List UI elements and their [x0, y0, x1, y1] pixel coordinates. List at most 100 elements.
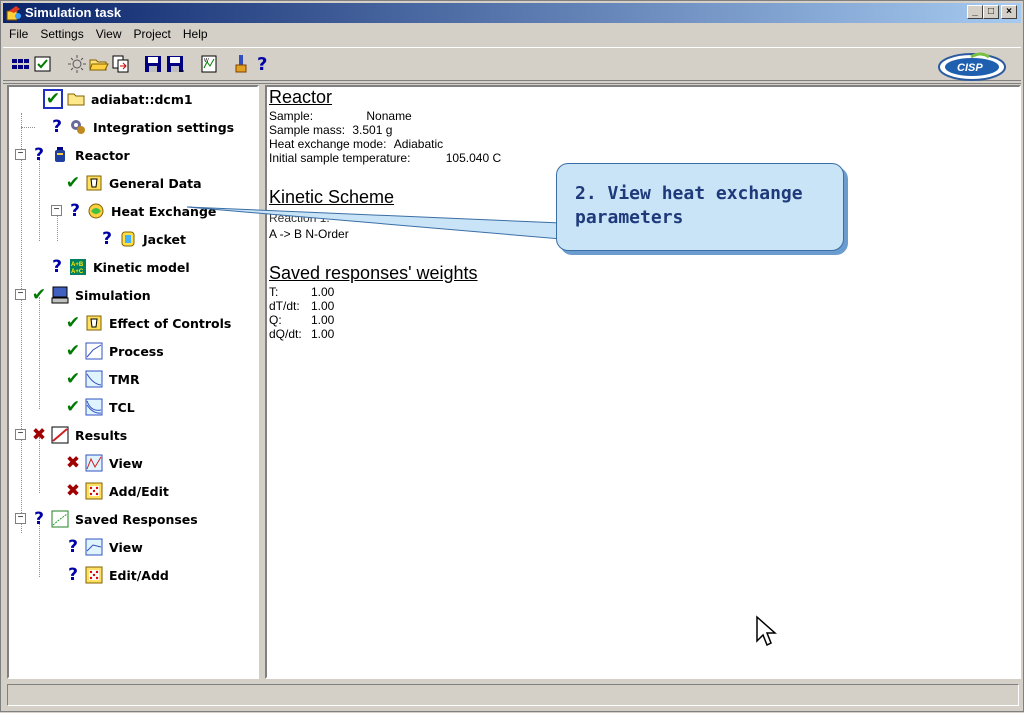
table-edit-icon: [85, 482, 103, 500]
tree-line: [57, 213, 58, 241]
graph-view-icon: [85, 538, 103, 556]
tree-node-reactor[interactable]: ? Reactor: [31, 143, 130, 167]
main-window: Simulation task _ □ × File Settings View…: [0, 0, 1024, 712]
question-icon: ?: [70, 201, 80, 221]
tree-node-tmr[interactable]: ✔ TMR: [65, 367, 140, 391]
chart-icon: [85, 342, 103, 360]
x-icon: ✖: [65, 481, 81, 500]
save-icon[interactable]: [143, 54, 163, 74]
chart-icon: [85, 398, 103, 416]
report-icon[interactable]: W: [199, 54, 219, 74]
folder-open-icon[interactable]: [89, 54, 109, 74]
tree-node-kinetic-model[interactable]: ? A+B A+C Kinetic model: [49, 255, 190, 279]
collapse-toggle[interactable]: −: [15, 149, 26, 160]
question-icon: ?: [68, 537, 78, 557]
question-icon: ?: [102, 229, 112, 249]
jacket-icon: [121, 231, 135, 247]
flask-icon[interactable]: [231, 54, 251, 74]
close-button[interactable]: ×: [1001, 5, 1017, 19]
sample-row: Sample: Noname: [269, 109, 412, 123]
collapse-toggle[interactable]: −: [15, 289, 26, 300]
tree-line: [39, 157, 40, 241]
window-title: Simulation task: [25, 5, 122, 20]
sun-icon[interactable]: [67, 54, 87, 74]
cisp-logo: CISP: [938, 52, 1006, 81]
tree-node-results-add-edit[interactable]: ✖ Add/Edit: [65, 479, 169, 503]
tree-node-tcl[interactable]: ✔ TCL: [65, 395, 135, 419]
table-edit-icon: [85, 566, 103, 584]
beaker-icon: [86, 175, 102, 191]
collapse-toggle[interactable]: −: [15, 429, 26, 440]
tree-node-root[interactable]: ✔ adiabat::dcm1: [43, 87, 193, 111]
tree-node-saved-edit-add[interactable]: ? Edit/Add: [65, 563, 169, 587]
heat-exchange-mode-row: Heat exchange mode: Adiabatic: [269, 137, 444, 151]
question-icon: ?: [68, 565, 78, 585]
weight-row: dQ/dt: 1.00: [269, 327, 335, 341]
results-chart-icon: [51, 426, 69, 444]
tree-node-results-view[interactable]: ✖ View: [65, 451, 143, 475]
minimize-button[interactable]: _: [967, 5, 983, 19]
menu-bar: File Settings View Project Help: [3, 25, 214, 45]
computer-icon: [51, 286, 69, 304]
tree-node-effect-of-controls[interactable]: ✔ Effect of Controls: [65, 311, 232, 335]
question-icon: ?: [34, 509, 44, 529]
title-bar[interactable]: Simulation task _ □ ×: [3, 3, 1021, 23]
x-icon: ✖: [31, 425, 47, 444]
weight-row: dT/dt: 1.00: [269, 299, 335, 313]
tree-node-simulation[interactable]: ✔ Simulation: [31, 283, 151, 307]
callout-text: 2. View heat exchange parameters: [575, 183, 803, 228]
graph-view-icon: [85, 454, 103, 472]
tree-node-saved-responses[interactable]: ? Saved Responses: [31, 507, 198, 531]
help-icon[interactable]: ?: [257, 54, 277, 75]
weight-row: T: 1.00: [269, 285, 335, 299]
tree-line: [39, 297, 40, 409]
reaction-row: A -> B N-Order: [269, 227, 349, 241]
checkbox-checked-icon[interactable]: ✔: [43, 89, 63, 109]
tree-node-general-data[interactable]: ✔ General Data: [65, 171, 202, 195]
question-icon: ?: [52, 117, 62, 137]
menu-project[interactable]: Project: [128, 25, 177, 45]
menu-file[interactable]: File: [3, 25, 34, 45]
svg-text:A+B: A+B: [71, 262, 84, 268]
maximize-button[interactable]: □: [983, 5, 999, 19]
toolbar-separator: [3, 83, 1021, 84]
grid-icon[interactable]: [11, 54, 31, 74]
collapse-toggle[interactable]: −: [51, 205, 62, 216]
tree-line: [21, 127, 35, 128]
reactor-icon: [55, 147, 65, 162]
app-icon: [6, 6, 21, 21]
saved-chart-icon: [51, 510, 69, 528]
save-as-icon[interactable]: [165, 54, 185, 74]
tree-node-heat-exchange[interactable]: ? Heat Exchange: [67, 199, 216, 223]
checklist-icon[interactable]: [33, 54, 53, 74]
copy-icon[interactable]: [111, 54, 131, 74]
menu-view[interactable]: View: [90, 25, 128, 45]
logo-text: CISP: [957, 62, 983, 74]
menu-help[interactable]: Help: [177, 25, 214, 45]
check-icon: ✔: [65, 369, 81, 388]
window-controls: _ □ ×: [967, 5, 1017, 19]
check-icon: ✔: [65, 397, 81, 416]
svg-text:A+C: A+C: [71, 269, 84, 275]
tree-node-jacket[interactable]: ? Jacket: [99, 227, 186, 251]
reaction-label: Reaction 1:: [269, 211, 330, 225]
menu-settings[interactable]: Settings: [34, 25, 89, 45]
question-icon: ?: [34, 145, 44, 165]
initial-temperature-row: Initial sample temperature: 105.040 C: [269, 151, 502, 165]
tree-line: [21, 113, 22, 533]
tree-node-saved-view[interactable]: ? View: [65, 535, 143, 559]
tree-node-process[interactable]: ✔ Process: [65, 339, 164, 363]
project-tree[interactable]: ✔ adiabat::dcm1 ? Integration settings −…: [7, 85, 259, 679]
weights-heading: Saved responses' weights: [269, 263, 478, 283]
tree-node-results[interactable]: ✖ Results: [31, 423, 127, 447]
kinetic-scheme-heading: Kinetic Scheme: [269, 187, 395, 207]
tree-node-integration-settings[interactable]: ? Integration settings: [49, 115, 234, 139]
beaker-icon: [86, 315, 102, 331]
mouse-cursor-icon: [756, 615, 777, 647]
kinetic-icon: A+BA+C: [70, 259, 86, 275]
toolbar: W ? CISP: [3, 47, 1021, 81]
sample-mass-row: Sample mass: 3.501 g: [269, 123, 393, 137]
collapse-toggle[interactable]: −: [15, 513, 26, 524]
question-icon: ?: [52, 257, 62, 277]
svg-text:W: W: [204, 58, 209, 64]
